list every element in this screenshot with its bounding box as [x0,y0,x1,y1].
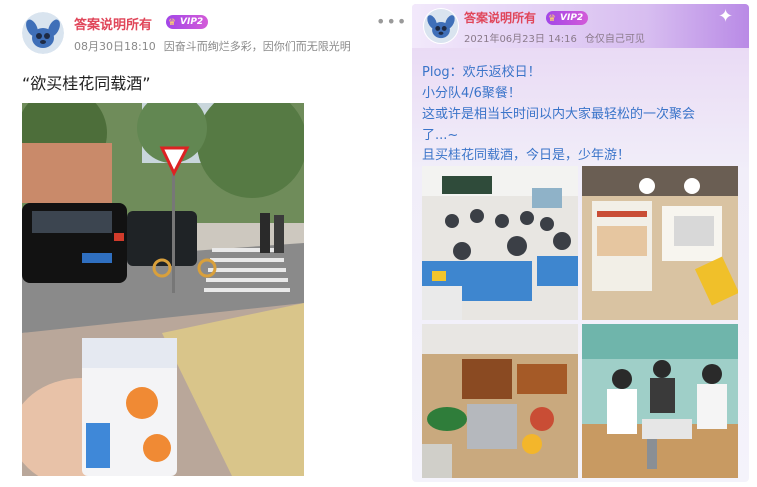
friends-dinner-image [582,324,738,478]
post-date: 08月30日18:10 [74,40,156,53]
post-meta: 08月30日18:10 因奋斗而绚烂多彩，因你们而无限光明 [74,38,351,54]
photo-grid [422,166,738,478]
classroom-image [422,166,578,320]
post-text-line: 了...~ [422,128,459,143]
post-photo[interactable] [22,103,304,476]
photo-classroom[interactable] [422,166,578,320]
restaurant-image [582,166,738,320]
post-text-line: Plog：欢乐返校日！ [422,65,541,80]
user-signature: 因奋斗而绚烂多彩，因你们而无限光明 [163,40,351,53]
post-text-line: 且买桂花同载酒，今日是，少年游！ [422,148,631,163]
street-photo-image [22,103,304,476]
user-avatar[interactable] [22,12,64,54]
post-content: “欲买桂花同载酒” [22,74,151,93]
right-post-body: Plog：欢乐返校日！ 小分队4/6聚餐！ 这或许是相当长时间以内大家最轻松的一… [412,4,749,482]
photo-bbq-food[interactable] [422,324,578,478]
photo-friends-dinner[interactable] [582,324,738,478]
vip-badge: ♛ VIP2 [166,15,209,29]
stitch-avatar-icon [22,12,64,54]
post-text-line: 这或许是相当长时间以内大家最轻松的一次聚会 [422,107,696,122]
left-post: 答案说明所有 ♛ VIP2 08月30日18:10 因奋斗而绚烂多彩，因你们而无限… [0,0,407,487]
username[interactable]: 答案说明所有 [74,14,152,33]
post-text-line: 小分队4/6聚餐！ [422,86,521,101]
crown-icon: ♛ [168,18,177,28]
more-options-icon[interactable]: ••• [376,12,407,31]
photo-restaurant-table[interactable] [582,166,738,320]
bbq-food-image [422,324,578,478]
